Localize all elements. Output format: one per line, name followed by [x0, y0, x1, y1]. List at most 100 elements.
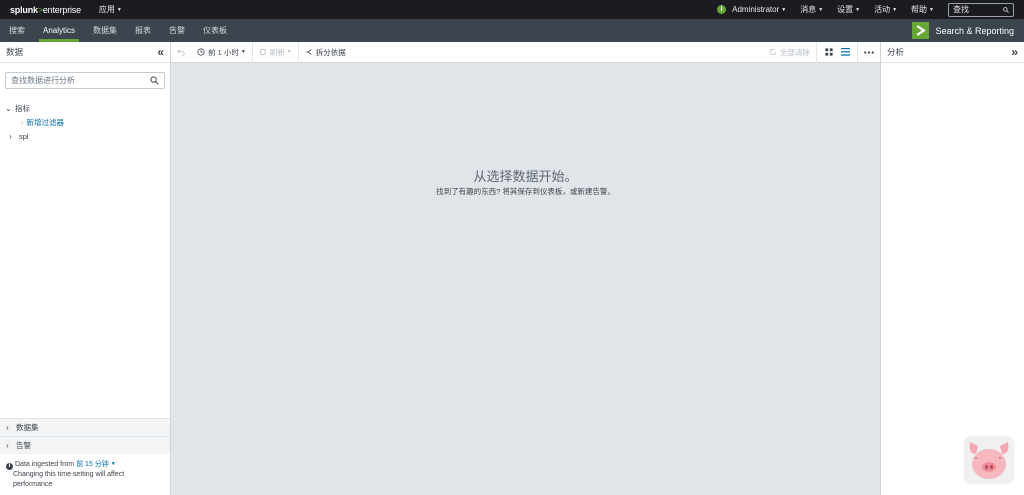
time-range-label: 前 1 小时 — [208, 47, 239, 57]
activity-menu[interactable]: 活动 ▼ — [874, 4, 897, 15]
messages-menu-label: 消息 — [800, 5, 817, 14]
analysis-canvas: 从选择数据开始。 找到了有趣的东西? 将其保存到仪表板，或新建告警。 — [171, 63, 880, 495]
help-menu-label: 帮助 — [911, 5, 928, 14]
ingest-time-label: 前 15 分钟 — [76, 461, 109, 468]
toolbar-right: 全部清除 — [763, 41, 880, 63]
svg-text:": " — [999, 457, 1001, 463]
clear-all-button[interactable]: 全部清除 — [763, 42, 816, 63]
top-right-menus: i Administrator ▼ 消息 ▼ 设置 ▼ 活动 ▼ 帮助 ▼ — [717, 2, 1024, 17]
undo-icon — [177, 49, 185, 56]
clock-icon — [197, 48, 205, 56]
app-bar: 搜索 Analytics 数据集 报表 告警 仪表板 Search & Repo… — [0, 19, 1024, 42]
health-status-icon[interactable]: i — [717, 5, 727, 14]
analysis-panel-header: 分析 » — [881, 42, 1024, 63]
grid-view-button[interactable] — [821, 42, 837, 63]
empty-state-title: 从选择数据开始。 — [473, 169, 578, 184]
section-alerts[interactable]: › 告警 — [0, 436, 170, 454]
chevron-right-icon: › — [9, 131, 12, 141]
collapse-panel-icon[interactable]: « — [157, 46, 164, 58]
caret-down-icon: ▼ — [929, 7, 934, 13]
time-range-picker[interactable]: 前 1 小时 ▼ — [191, 42, 252, 63]
refresh-label: 刷新 — [269, 47, 285, 57]
data-tree: ⌄ 指标 › 新增过滤器 › spl — [5, 101, 64, 143]
caret-down-icon: ▼ — [116, 7, 122, 13]
tree-node-metrics[interactable]: ⌄ 指标 — [5, 101, 64, 115]
settings-menu-label: 设置 — [837, 5, 854, 14]
clear-all-label: 全部清除 — [780, 47, 810, 57]
analysis-panel-title: 分析 — [887, 47, 905, 57]
tab-datasets[interactable]: 数据集 — [84, 19, 126, 42]
split-by-button[interactable]: 拆分依据 — [299, 42, 352, 63]
data-panel-title: 数据 — [6, 47, 24, 57]
toolbar-divider — [816, 41, 817, 63]
settings-menu[interactable]: 设置 ▼ — [837, 4, 860, 15]
splunk-logo[interactable]: splunk>enterprise — [10, 5, 81, 15]
search-reporting-icon — [912, 22, 930, 39]
chevron-right-icon: › — [6, 423, 9, 432]
find-input[interactable] — [953, 5, 1003, 14]
user-menu[interactable]: Administrator ▼ — [732, 5, 786, 14]
split-icon — [305, 49, 312, 55]
app-brand[interactable]: Search & Reporting — [912, 22, 1014, 39]
expand-panel-icon[interactable]: » — [1011, 46, 1018, 58]
chevron-right-icon: › — [6, 441, 9, 450]
help-menu[interactable]: 帮助 ▼ — [911, 4, 934, 15]
top-bar: splunk>enterprise 应用 ▼ i Administrator ▼ 消… — [0, 0, 1024, 19]
section-label: 告警 — [16, 441, 31, 450]
tab-search[interactable]: 搜索 — [0, 19, 34, 42]
activity-menu-label: 活动 — [874, 5, 891, 14]
more-horizontal-icon — [864, 50, 874, 54]
analysis-toolbar: 前 1 小时 ▼ 刷新 ▼ 拆分依据 全部清除 — [171, 41, 880, 63]
analysis-panel: 分析 » — [880, 42, 1024, 495]
svg-text:": " — [975, 457, 977, 463]
ingest-line-2: Changing this time setting will affect — [13, 471, 125, 478]
caret-down-icon: ▼ — [855, 7, 861, 13]
tree-node-label: spl — [19, 131, 29, 141]
search-icon[interactable] — [1003, 6, 1009, 14]
data-panel: 数据 « ⌄ 指标 › 新增过滤器 › spl › 数据集 › 告警 iData… — [0, 42, 171, 495]
ingest-time-link[interactable]: 前 15 分钟 ▼ — [76, 461, 116, 468]
tab-alerts[interactable]: 告警 — [160, 19, 194, 42]
caret-down-icon: ▼ — [240, 49, 246, 55]
empty-state-subtitle: 找到了有趣的东西? 将其保存到仪表板，或新建告警。 — [436, 187, 615, 196]
data-panel-header: 数据 « — [0, 42, 170, 63]
tab-reports[interactable]: 报表 — [126, 19, 160, 42]
messages-menu[interactable]: 消息 ▼ — [800, 4, 823, 15]
logo-text: splunk — [10, 4, 38, 15]
refresh-icon — [259, 48, 266, 56]
app-menu-label: 应用 — [98, 5, 115, 14]
add-filter-link[interactable]: › 新增过滤器 — [5, 115, 64, 129]
pig-mascot-icon: " " — [964, 436, 1014, 484]
app-menu[interactable]: 应用 ▼ — [99, 4, 122, 15]
split-by-label: 拆分依据 — [315, 47, 346, 57]
chevron-down-icon: ⌄ — [5, 103, 12, 113]
data-search-box — [5, 72, 165, 89]
caret-down-icon: ▼ — [781, 7, 787, 13]
list-view-button[interactable] — [837, 42, 853, 63]
caret-down-icon: ▼ — [892, 7, 898, 13]
clear-icon — [769, 48, 777, 56]
search-icon[interactable] — [150, 76, 159, 85]
refresh-button[interactable]: 刷新 ▼ — [253, 42, 298, 63]
app-brand-name: Search & Reporting — [935, 25, 1014, 36]
data-panel-footer: › 数据集 › 告警 i Data ingested from 前 15 分钟 ▼ … — [0, 418, 170, 495]
tab-dashboards[interactable]: 仪表板 — [194, 19, 236, 42]
logo-sub: enterprise — [42, 4, 81, 15]
user-menu-label: Administrator — [732, 5, 780, 14]
find-box — [948, 2, 1014, 17]
info-icon: i — [6, 463, 13, 470]
more-options-button[interactable] — [858, 42, 880, 63]
ingest-prefix: Data ingested from — [15, 461, 75, 468]
undo-button[interactable] — [171, 42, 191, 63]
section-datasets[interactable]: › 数据集 — [0, 418, 170, 436]
caret-down-icon: ▼ — [110, 461, 116, 467]
ingest-note: i Data ingested from 前 15 分钟 ▼ Changing th… — [0, 454, 170, 495]
tab-analytics[interactable]: Analytics — [34, 19, 84, 42]
data-search-input[interactable] — [11, 76, 151, 85]
tree-node-label: 指标 — [15, 103, 30, 113]
caret-down-icon: ▼ — [286, 49, 292, 55]
tree-node-spl[interactable]: › spl — [5, 129, 64, 143]
bullet-icon: › — [21, 117, 24, 127]
add-filter-label: 新增过滤器 — [26, 117, 65, 127]
caret-down-icon: ▼ — [818, 7, 824, 13]
